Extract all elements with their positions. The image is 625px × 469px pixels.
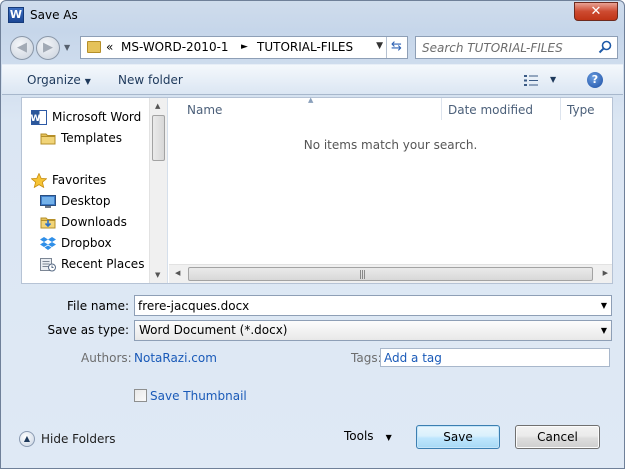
- organize-button[interactable]: Organize ▼: [27, 73, 91, 87]
- window-title: Save As: [30, 8, 78, 22]
- save-thumbnail-checkbox[interactable]: [134, 389, 147, 402]
- refresh-icon[interactable]: ⇆: [386, 37, 406, 58]
- cancel-button[interactable]: Cancel: [515, 425, 600, 449]
- file-name-input[interactable]: [138, 298, 588, 313]
- back-button[interactable]: ◀: [10, 36, 34, 60]
- column-header-date-modified[interactable]: Date modified: [448, 103, 533, 117]
- search-box[interactable]: [415, 36, 618, 59]
- chevron-down-icon: ▼: [385, 433, 392, 442]
- scroll-thumb[interactable]: |||: [188, 267, 593, 281]
- word-doc-icon: W: [31, 110, 47, 125]
- nav-item-label: Recent Places: [61, 257, 145, 271]
- dropbox-icon: [40, 237, 56, 250]
- recent-places-icon: [40, 258, 56, 272]
- nav-item-microsoft-word[interactable]: W Microsoft Word: [31, 109, 146, 127]
- nav-item-recent-places[interactable]: Recent Places: [40, 256, 146, 274]
- column-header-name[interactable]: Name: [187, 103, 222, 117]
- folder-icon: [40, 133, 56, 145]
- empty-results-message: No items match your search.: [303, 138, 478, 152]
- save-as-type-label: Save as type:: [47, 323, 129, 337]
- search-icon[interactable]: [598, 40, 612, 54]
- file-list-scrollbar[interactable]: ◀ ||| ▶: [169, 264, 612, 283]
- tools-label: Tools: [344, 429, 374, 443]
- nav-item-label: Templates: [61, 131, 123, 145]
- search-input[interactable]: [422, 39, 592, 56]
- tags-field[interactable]: [380, 348, 610, 367]
- view-options-dropdown-icon[interactable]: ▼: [550, 75, 556, 84]
- file-name-combo[interactable]: ▼: [134, 295, 612, 316]
- breadcrumb-overflow[interactable]: «: [106, 40, 113, 54]
- nav-item-label: Downloads: [61, 215, 127, 229]
- chevron-down-icon[interactable]: ▼: [601, 301, 607, 310]
- scroll-left-icon[interactable]: ◀: [175, 269, 180, 277]
- authors-value[interactable]: NotaRazi.com: [134, 351, 217, 365]
- save-as-type-select[interactable]: Word Document (*.docx) ▼: [134, 320, 612, 341]
- file-list: ▲ Name Date modified Type No items match…: [169, 96, 612, 283]
- scroll-up-icon[interactable]: ▲: [155, 102, 160, 110]
- nav-item-favorites[interactable]: Favorites: [31, 172, 146, 190]
- address-dropdown-icon[interactable]: ▼: [376, 41, 383, 51]
- forward-button[interactable]: ▶: [36, 36, 60, 60]
- nav-item-templates[interactable]: Templates: [40, 130, 146, 148]
- nav-item-label: Microsoft Word: [52, 110, 142, 124]
- desktop-icon: [40, 195, 56, 208]
- tools-button[interactable]: Tools ▼: [344, 429, 392, 443]
- authors-label: Authors:: [81, 351, 132, 365]
- help-icon[interactable]: ?: [587, 72, 603, 88]
- tags-label: Tags:: [351, 351, 382, 365]
- chevron-down-icon[interactable]: ▼: [601, 326, 607, 335]
- navigation-pane: W Microsoft Word Templates Favorites Des…: [22, 98, 168, 283]
- scroll-grip-icon: |||: [359, 270, 366, 280]
- nav-item-downloads[interactable]: Downloads: [40, 214, 146, 232]
- chevron-down-icon: ▼: [84, 77, 91, 86]
- save-as-type-value: Word Document (*.docx): [139, 323, 288, 337]
- command-bar: Organize ▼ New folder ▼ ?: [2, 64, 623, 95]
- word-app-icon: W: [8, 7, 24, 23]
- column-divider[interactable]: [560, 98, 561, 120]
- organize-label: Organize: [27, 73, 81, 87]
- nav-item-label: Dropbox: [61, 236, 112, 250]
- navigation-scrollbar[interactable]: ▲ ▼: [149, 98, 167, 283]
- breadcrumb-separator-icon[interactable]: ►: [241, 42, 248, 52]
- tags-input[interactable]: [384, 350, 606, 365]
- downloads-icon: [40, 217, 56, 229]
- svg-text:W: W: [31, 114, 41, 124]
- save-as-dialog: W Save As ✕ ◀ ▶ ▼ « MS-WORD-2010-1 ► TUT…: [0, 0, 625, 469]
- file-name-label: File name:: [67, 299, 129, 313]
- nav-item-desktop[interactable]: Desktop: [40, 193, 146, 211]
- star-icon: [31, 173, 47, 188]
- close-button[interactable]: ✕: [574, 2, 618, 21]
- save-button[interactable]: Save: [416, 425, 500, 449]
- scroll-right-icon[interactable]: ▶: [603, 269, 608, 277]
- column-header-type[interactable]: Type: [567, 103, 595, 117]
- breadcrumb-ms-word[interactable]: MS-WORD-2010-1: [121, 40, 229, 54]
- nav-item-label: Favorites: [52, 173, 107, 187]
- breadcrumb-tutorial-files[interactable]: TUTORIAL-FILES: [257, 40, 353, 54]
- hide-folders-label: Hide Folders: [41, 432, 116, 446]
- collapse-arrow-icon: ▲: [19, 431, 35, 447]
- folder-icon: [87, 41, 101, 53]
- browser-pane: W Microsoft Word Templates Favorites Des…: [21, 96, 613, 284]
- nav-item-dropbox[interactable]: Dropbox: [40, 235, 146, 253]
- column-divider[interactable]: [441, 98, 442, 120]
- recent-locations-dropdown[interactable]: ▼: [64, 43, 70, 52]
- new-folder-button[interactable]: New folder: [118, 73, 183, 87]
- sort-indicator-icon: ▲: [308, 96, 314, 104]
- scroll-down-icon[interactable]: ▼: [155, 271, 160, 279]
- address-bar[interactable]: « MS-WORD-2010-1 ► TUTORIAL-FILES ▼ ⇆: [80, 36, 408, 59]
- save-thumbnail-label[interactable]: Save Thumbnail: [150, 389, 247, 403]
- change-view-icon[interactable]: [524, 75, 538, 86]
- scroll-thumb[interactable]: [152, 115, 165, 161]
- title-bar: W Save As ✕: [1, 1, 624, 31]
- nav-item-label: Desktop: [61, 194, 111, 208]
